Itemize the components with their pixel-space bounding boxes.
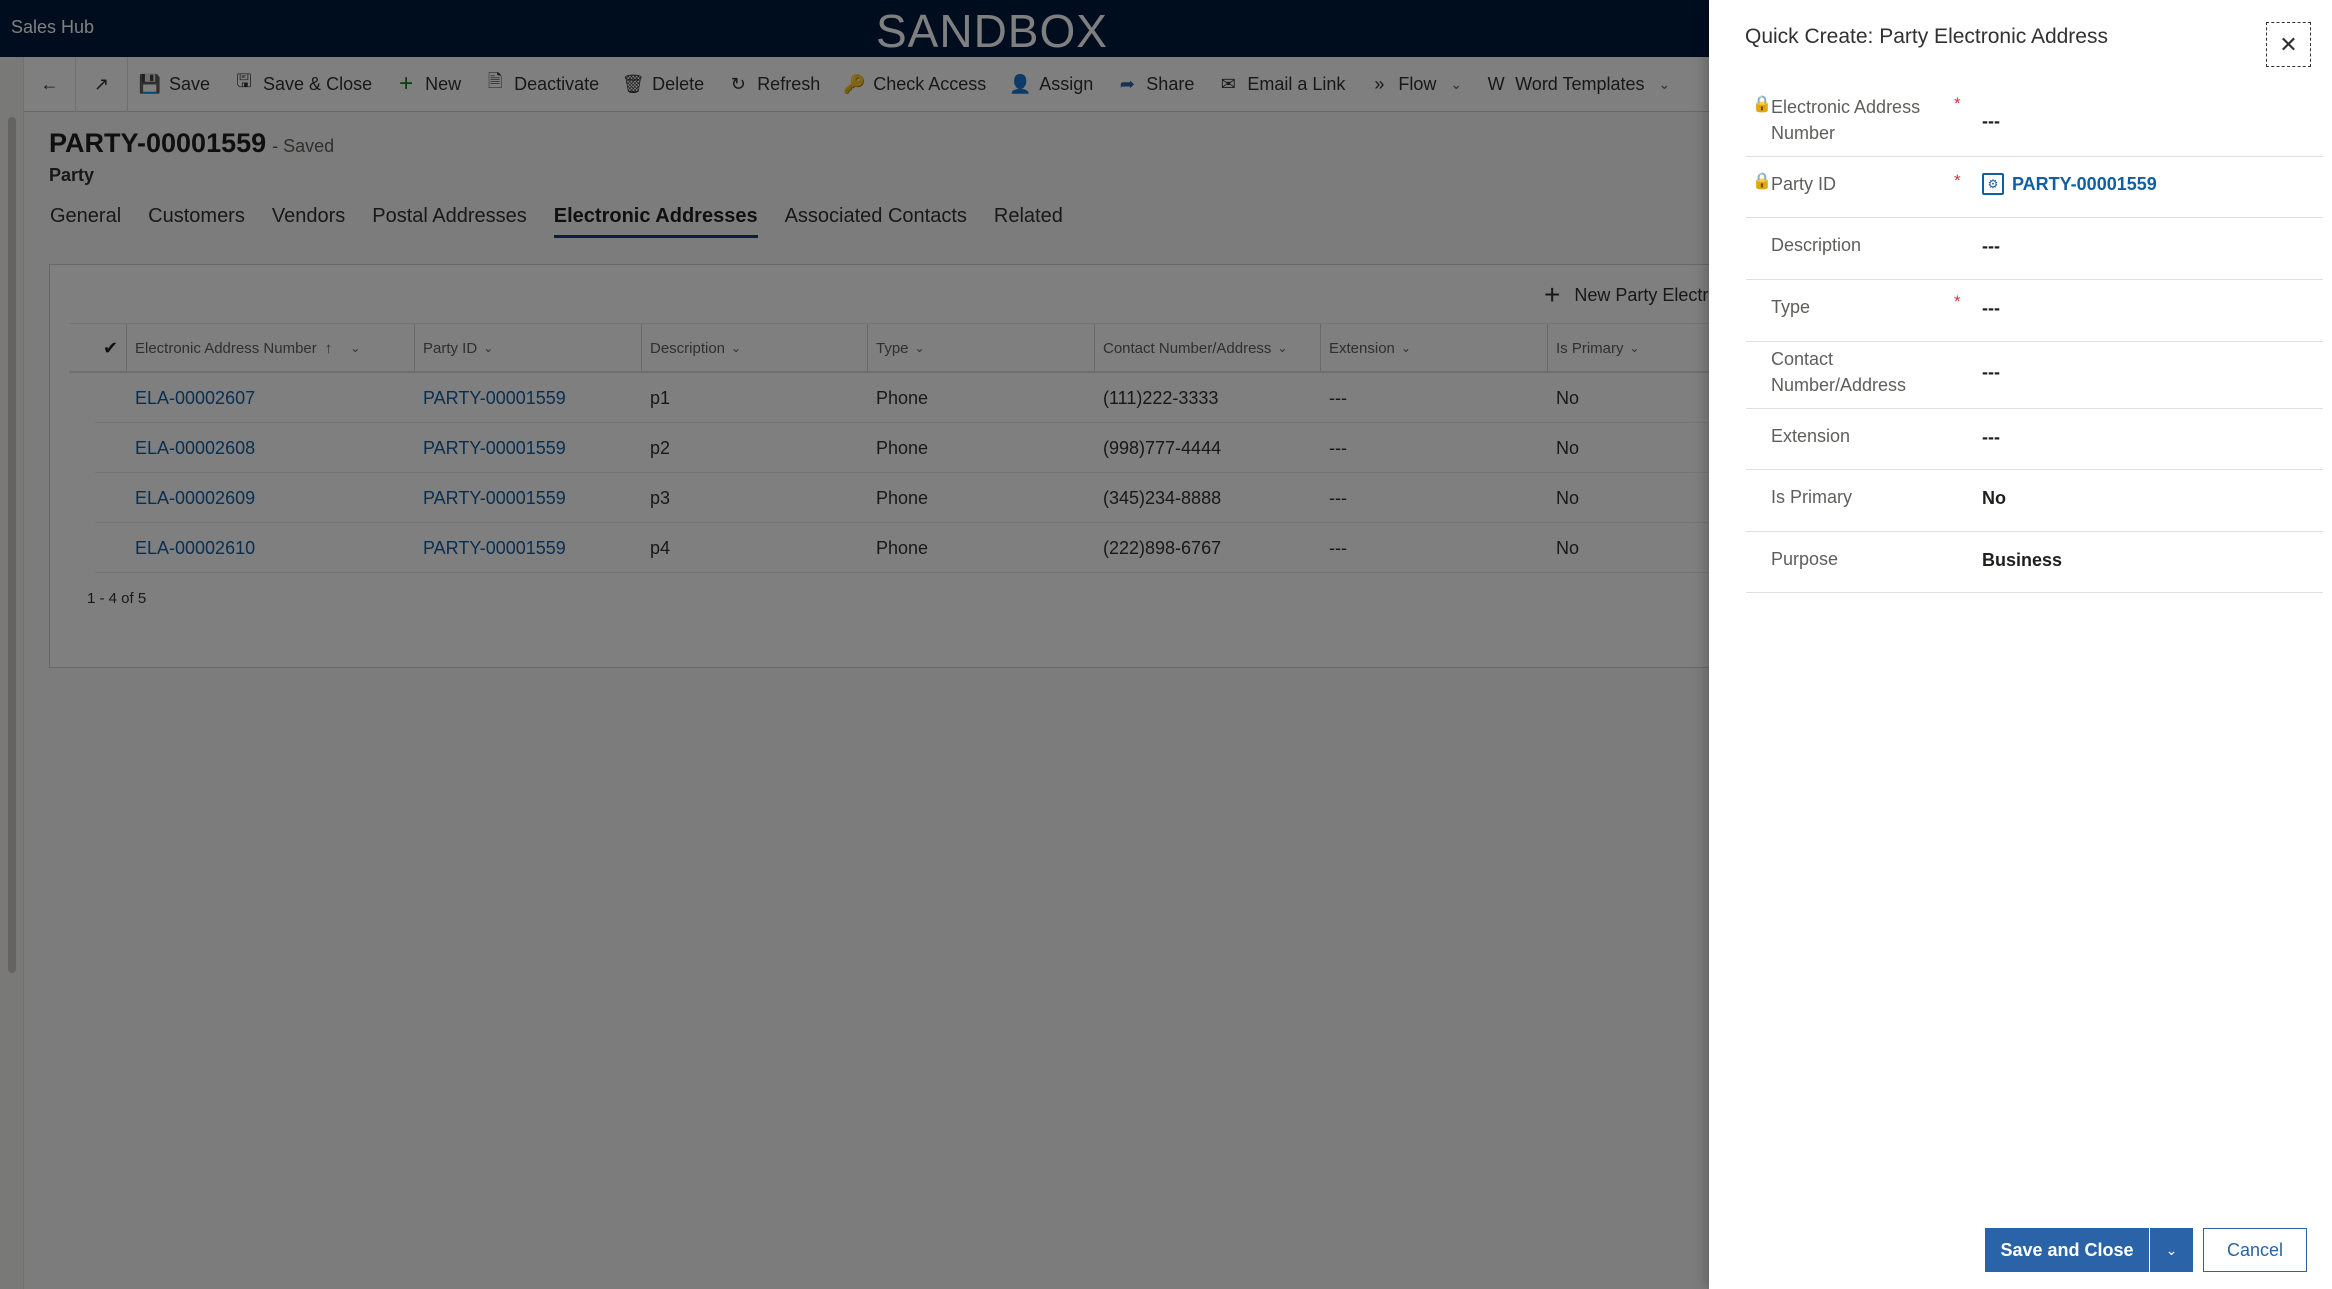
save-and-close-button[interactable]: Save and Close xyxy=(1985,1228,2149,1272)
field-is-primary: Is Primary No xyxy=(1746,470,2323,532)
chevron-down-icon: ⌄ xyxy=(2165,1241,2178,1258)
field-type: Type * --- xyxy=(1746,280,2323,342)
field-label: Electronic Address Number xyxy=(1771,97,1921,143)
field-value[interactable]: --- xyxy=(1982,427,2000,448)
field-description: Description --- xyxy=(1746,218,2323,280)
field-purpose: Purpose Business xyxy=(1746,532,2323,593)
field-electronic-address-number: 🔒 Electronic Address Number * --- xyxy=(1746,86,2323,157)
field-label: Type xyxy=(1771,297,1811,317)
field-value[interactable]: No xyxy=(1982,488,2006,509)
field-label: Description xyxy=(1771,235,1862,255)
field-label: Contact Number/Address xyxy=(1771,349,1907,395)
panel-footer: Save and Close ⌄ Cancel xyxy=(1985,1228,2307,1272)
cancel-button[interactable]: Cancel xyxy=(2203,1228,2307,1272)
quick-create-panel: Quick Create: Party Electronic Address ✕… xyxy=(1709,0,2332,1289)
lookup-record-icon: ⚙ xyxy=(1982,173,2004,195)
required-indicator: * xyxy=(1954,292,1961,311)
lock-icon: 🔒 xyxy=(1752,96,1772,113)
field-value[interactable]: --- xyxy=(1982,111,2000,132)
field-label: Extension xyxy=(1771,426,1851,446)
panel-title: Quick Create: Party Electronic Address xyxy=(1745,25,2108,48)
field-party-id: 🔒 Party ID * ⚙ PARTY-00001559 xyxy=(1746,157,2323,218)
field-value[interactable]: --- xyxy=(1982,236,2000,257)
field-label: Is Primary xyxy=(1771,487,1852,507)
modal-overlay[interactable] xyxy=(0,0,1709,1289)
lookup-link-text[interactable]: PARTY-00001559 xyxy=(2012,174,2157,195)
field-label: Purpose xyxy=(1771,549,1839,569)
lock-icon: 🔒 xyxy=(1752,173,1772,190)
save-options-dropdown[interactable]: ⌄ xyxy=(2149,1228,2193,1272)
close-icon: ✕ xyxy=(2279,31,2298,57)
party-id-lookup-value[interactable]: ⚙ PARTY-00001559 xyxy=(1982,173,2157,195)
field-extension: Extension --- xyxy=(1746,409,2323,470)
field-contact-number: Contact Number/Address --- xyxy=(1746,342,2323,409)
field-value[interactable]: --- xyxy=(1982,298,2000,319)
quick-create-fields: 🔒 Electronic Address Number * --- 🔒 Part… xyxy=(1746,86,2323,593)
close-button[interactable]: ✕ xyxy=(2266,22,2311,67)
field-value[interactable]: Business xyxy=(1982,550,2062,571)
required-indicator: * xyxy=(1954,171,1961,190)
field-value[interactable]: --- xyxy=(1982,362,2000,383)
required-indicator: * xyxy=(1954,94,1961,113)
field-label: Party ID xyxy=(1771,174,1837,194)
